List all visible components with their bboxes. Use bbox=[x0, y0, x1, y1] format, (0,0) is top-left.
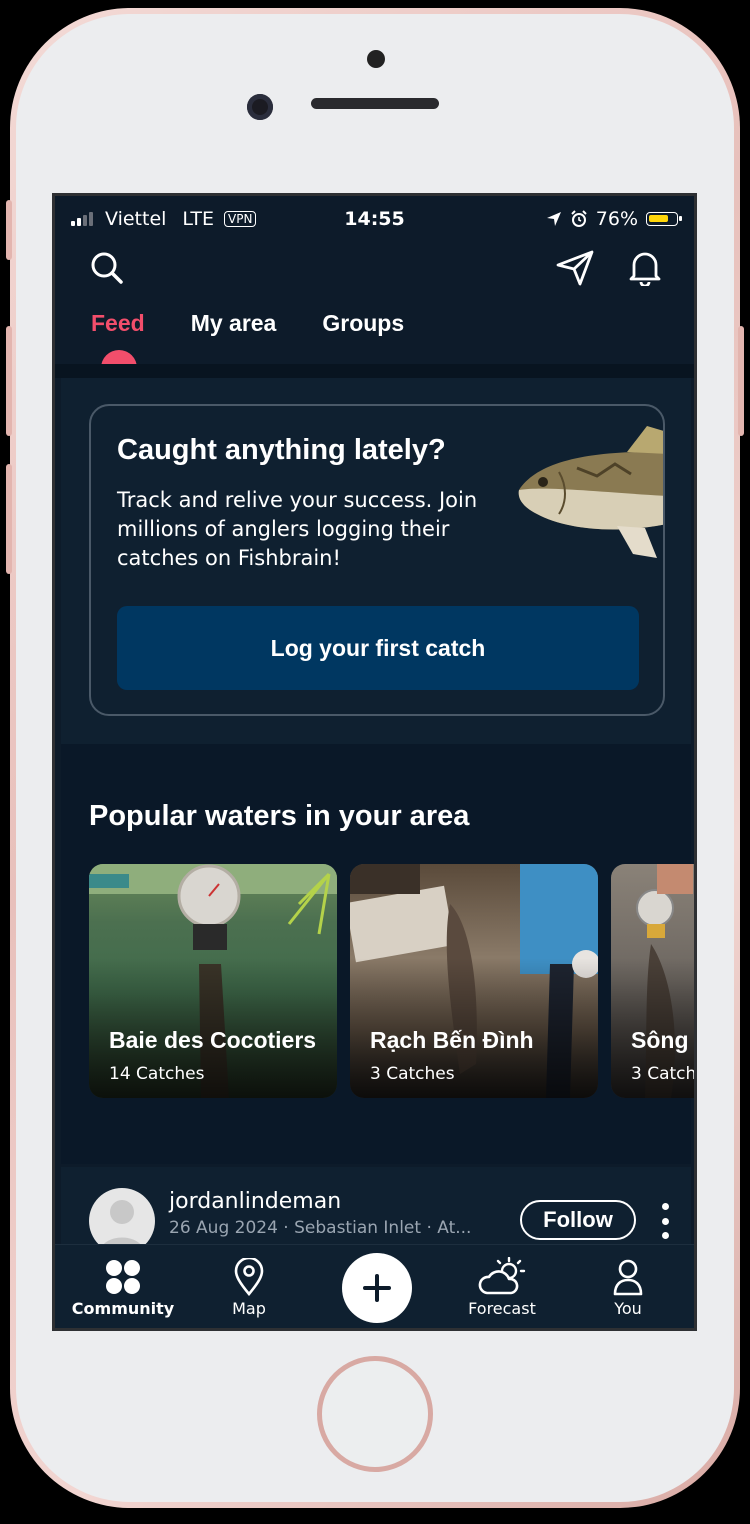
water-card-baie-des-cocotiers[interactable]: Baie des Cocotiers 14 Catches bbox=[89, 864, 337, 1098]
water-card-rach-ben-dinh[interactable]: Rạch Bến Đình 3 Catches bbox=[350, 864, 598, 1098]
nav-label: Community bbox=[71, 1299, 175, 1318]
post-meta: 26 Aug 2024 · Sebastian Inlet · At... bbox=[169, 1218, 472, 1238]
proximity-sensor bbox=[367, 50, 385, 68]
catch-card-text: Track and relive your success. Join mill… bbox=[117, 488, 478, 570]
volume-down-button bbox=[6, 464, 12, 574]
map-pin-icon bbox=[189, 1255, 309, 1299]
feed-post: jordanlindeman 26 Aug 2024 · Sebastian I… bbox=[61, 1167, 691, 1254]
volume-up-button bbox=[6, 326, 12, 436]
user-icon bbox=[568, 1255, 688, 1299]
add-catch-button[interactable] bbox=[342, 1253, 412, 1323]
more-options-icon[interactable] bbox=[657, 1203, 673, 1239]
paper-plane-icon[interactable] bbox=[553, 246, 597, 290]
nav-map[interactable]: Map bbox=[189, 1255, 309, 1318]
log-catch-card: Caught anything lately? Track and relive… bbox=[89, 404, 665, 716]
popular-waters-section: Popular waters in your area Baie des Coc… bbox=[61, 744, 694, 1164]
earpiece-speaker bbox=[311, 98, 439, 109]
alarm-icon bbox=[571, 210, 587, 227]
bell-icon[interactable] bbox=[623, 246, 667, 290]
tab-groups[interactable]: Groups bbox=[322, 310, 404, 337]
popular-waters-title: Popular waters in your area bbox=[89, 800, 470, 832]
nav-label: Map bbox=[232, 1299, 266, 1318]
plus-icon bbox=[363, 1274, 391, 1302]
power-button bbox=[738, 326, 744, 436]
log-first-catch-button[interactable]: Log your first catch bbox=[117, 606, 639, 690]
nav-label: Forecast bbox=[468, 1299, 536, 1318]
bottom-navigation: Community Map Forecast You bbox=[55, 1244, 694, 1328]
water-name: Sông bbox=[631, 1027, 689, 1053]
location-arrow-icon bbox=[546, 212, 561, 226]
bass-fish-illustration bbox=[518, 426, 663, 558]
search-icon[interactable] bbox=[85, 246, 129, 290]
water-catch-count: 3 Catches bbox=[631, 1064, 697, 1084]
water-card-song[interactable]: Sông 3 Catches bbox=[611, 864, 697, 1098]
water-catch-count: 14 Catches bbox=[109, 1064, 205, 1084]
battery-percent: 76% bbox=[595, 208, 638, 230]
header-divider bbox=[55, 364, 694, 378]
water-name: Rạch Bến Đình bbox=[370, 1027, 534, 1053]
front-camera bbox=[247, 94, 273, 120]
follow-button[interactable]: Follow bbox=[520, 1200, 636, 1240]
water-name: Baie des Cocotiers bbox=[109, 1027, 317, 1053]
home-button[interactable] bbox=[317, 1356, 433, 1472]
nav-label: You bbox=[614, 1299, 642, 1318]
battery-icon bbox=[646, 212, 682, 226]
status-bar: Viettel LTE VPN 14:55 76% bbox=[55, 196, 694, 242]
nav-you[interactable]: You bbox=[568, 1255, 688, 1318]
nav-community[interactable]: Community bbox=[63, 1255, 183, 1318]
tab-my-area[interactable]: My area bbox=[191, 310, 277, 337]
tab-feed[interactable]: Feed bbox=[91, 310, 145, 337]
feed-tabs: Feed My area Groups bbox=[91, 310, 404, 337]
nav-forecast[interactable]: Forecast bbox=[442, 1255, 562, 1318]
app-screen: Viettel LTE VPN 14:55 76% Feed My area G… bbox=[52, 193, 697, 1331]
water-catch-count: 3 Catches bbox=[370, 1064, 455, 1084]
mute-switch bbox=[6, 200, 12, 260]
post-username[interactable]: jordanlindeman bbox=[169, 1189, 341, 1214]
community-grid-icon bbox=[63, 1255, 183, 1299]
catch-card-title: Caught anything lately? bbox=[117, 434, 446, 466]
weather-icon bbox=[442, 1255, 562, 1299]
